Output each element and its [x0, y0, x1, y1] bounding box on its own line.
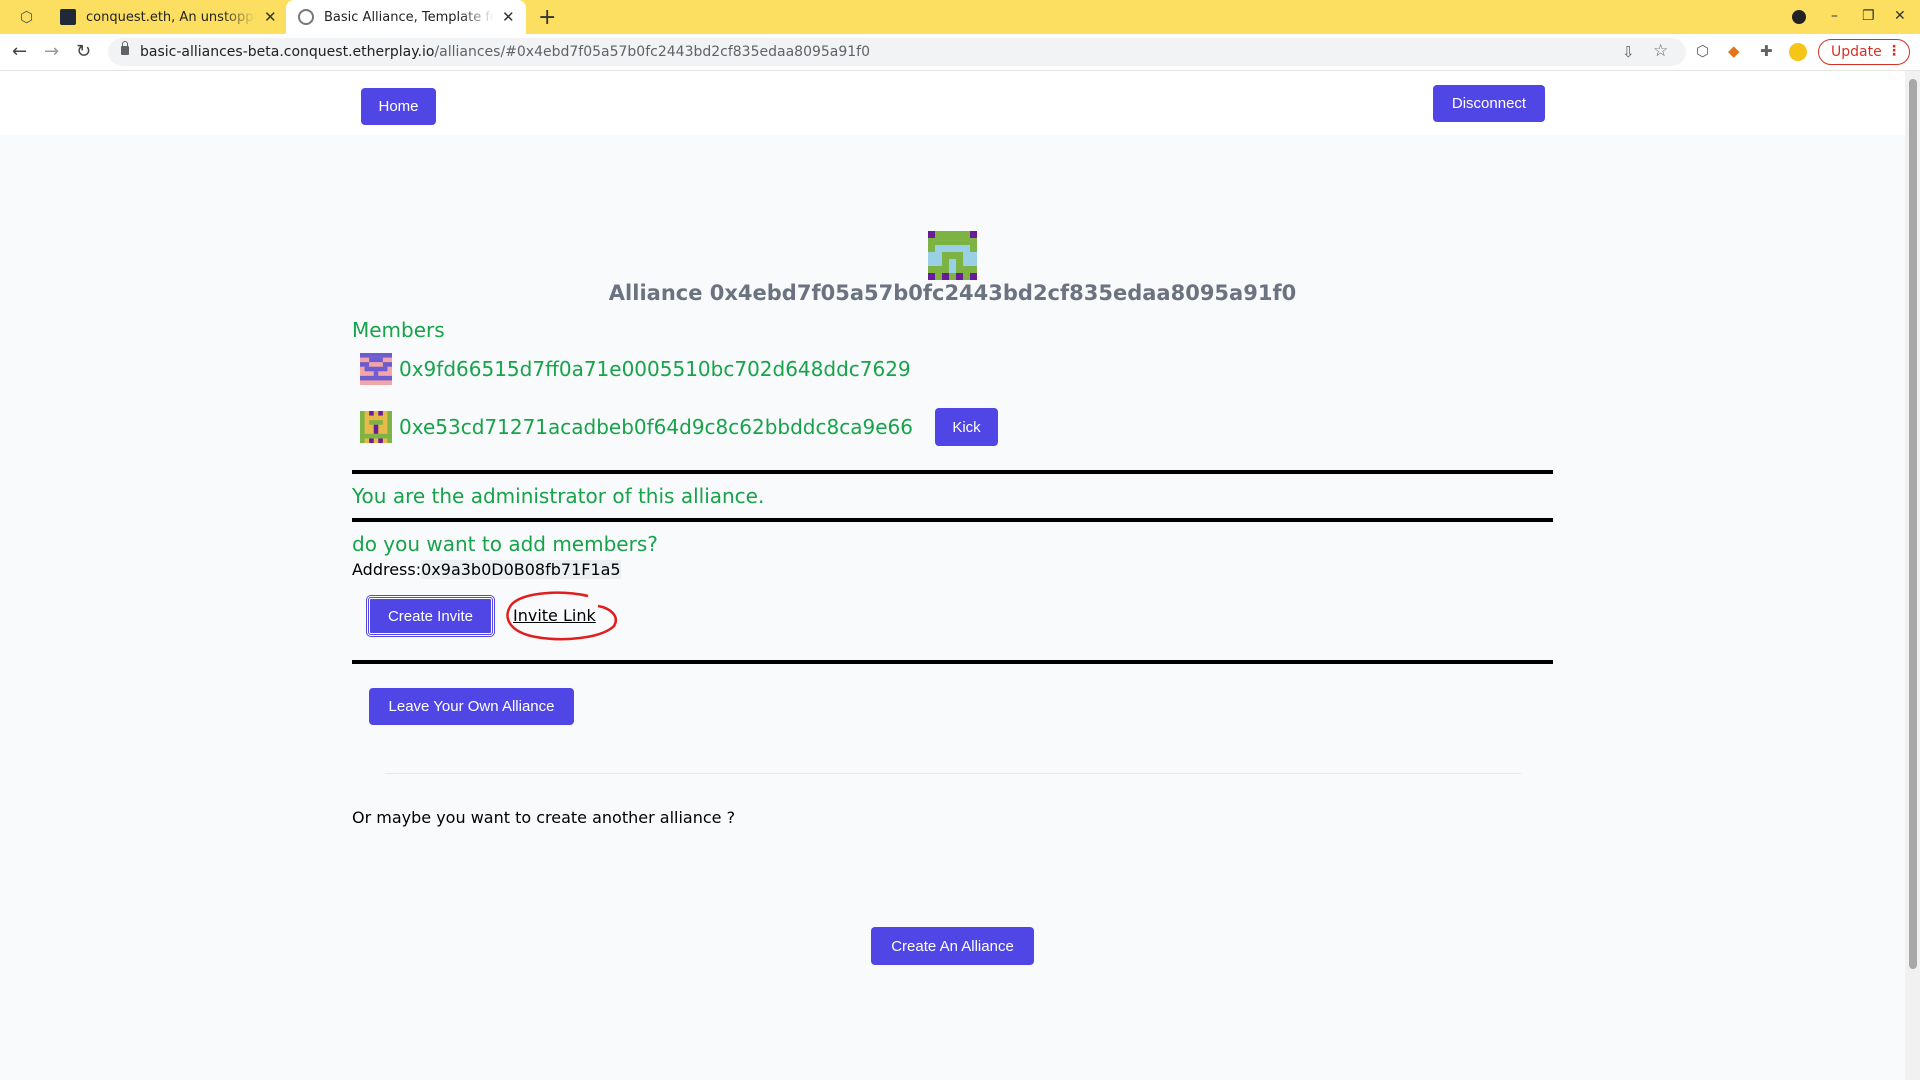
back-icon[interactable]: ← — [12, 41, 27, 62]
minimize-icon[interactable]: – — [1831, 8, 1838, 24]
chrome-extension-icon[interactable]: ⬡ — [20, 8, 33, 26]
update-button[interactable]: Update ⋮ — [1818, 39, 1910, 65]
close-tab-icon[interactable]: ✕ — [264, 8, 277, 26]
alliance-avatar-icon — [928, 231, 977, 280]
close-tab-icon[interactable]: ✕ — [502, 8, 515, 26]
basic-alliance-favicon-icon — [298, 9, 314, 25]
tab-title: Basic Alliance, Template for — [324, 9, 494, 25]
conquest-favicon-icon — [60, 9, 76, 25]
divider — [352, 660, 1553, 664]
profile-avatar-icon[interactable] — [1789, 43, 1807, 61]
member-avatar-icon — [360, 411, 392, 443]
lock-icon — [121, 41, 129, 55]
extension-hex-icon[interactable]: ⬡ — [1696, 42, 1709, 60]
create-alliance-button[interactable]: Create An Alliance — [871, 927, 1034, 965]
metamask-fox-icon[interactable]: ◆ — [1728, 42, 1740, 60]
browser-tab-bar: ⬡ conquest.eth, An unstoppable ✕ Basic A… — [0, 0, 1920, 34]
extensions-puzzle-icon[interactable]: ✚ — [1760, 42, 1773, 60]
alliance-title: Alliance 0x4ebd7f05a57b0fc2443bd2cf835ed… — [608, 281, 1297, 305]
member-address: 0x9fd66515d7ff0a71e0005510bc702d648ddc76… — [399, 357, 911, 381]
new-tab-icon[interactable]: + — [538, 5, 556, 30]
tab-search-icon[interactable] — [1792, 10, 1806, 24]
scrollbar-thumb[interactable] — [1909, 79, 1917, 969]
browser-toolbar: ← → ↻ basic-alliances-beta.conquest.ethe… — [0, 34, 1920, 71]
admin-status-text: You are the administrator of this allian… — [352, 484, 765, 508]
kick-button[interactable]: Kick — [935, 408, 998, 446]
add-members-prompt: do you want to add members? — [352, 532, 658, 556]
page-header: Home Disconnect — [0, 71, 1905, 135]
divider — [352, 518, 1553, 522]
member-avatar-icon — [360, 353, 392, 385]
members-heading: Members — [352, 318, 445, 342]
update-label: Update — [1831, 44, 1882, 60]
address-value[interactable]: 0x9a3b0D0B08fb71F1a5 — [421, 560, 621, 579]
member-row: 0xe53cd71271acadbeb0f64d9c8c62bbddc8ca9e… — [360, 410, 913, 444]
member-row: 0x9fd66515d7ff0a71e0005510bc702d648ddc76… — [360, 352, 911, 386]
divider — [352, 470, 1553, 474]
member-address: 0xe53cd71271acadbeb0f64d9c8c62bbddc8ca9e… — [399, 415, 913, 439]
close-window-icon[interactable]: ✕ — [1894, 8, 1906, 24]
install-app-icon[interactable]: ⇩ — [1622, 43, 1635, 61]
invite-address-row: Address:0x9a3b0D0B08fb71F1a5 — [352, 560, 621, 579]
menu-dots-icon[interactable]: ⋮ — [1887, 43, 1901, 59]
forward-icon[interactable]: → — [44, 41, 59, 62]
tab-basic-alliance[interactable]: Basic Alliance, Template for ✕ — [286, 0, 526, 34]
tab-title: conquest.eth, An unstoppable — [86, 9, 256, 25]
restore-icon[interactable]: ❐ — [1862, 8, 1875, 24]
create-another-text: Or maybe you want to create another alli… — [352, 808, 736, 827]
leave-alliance-button[interactable]: Leave Your Own Alliance — [369, 688, 574, 725]
page-scrollbar[interactable] — [1905, 71, 1920, 1080]
annotation-circle — [506, 591, 617, 641]
url-text: basic-alliances-beta.conquest.etherplay.… — [140, 44, 871, 60]
disconnect-button[interactable]: Disconnect — [1433, 85, 1545, 122]
address-bar[interactable]: basic-alliances-beta.conquest.etherplay.… — [108, 38, 1686, 66]
home-button[interactable]: Home — [361, 88, 436, 125]
separator-line — [385, 773, 1521, 774]
create-invite-button[interactable]: Create Invite — [366, 595, 495, 637]
tab-conquest[interactable]: conquest.eth, An unstoppable ✕ — [48, 0, 286, 34]
address-label: Address: — [352, 560, 422, 579]
reload-icon[interactable]: ↻ — [76, 41, 91, 62]
bookmark-star-icon[interactable]: ☆ — [1653, 41, 1668, 61]
